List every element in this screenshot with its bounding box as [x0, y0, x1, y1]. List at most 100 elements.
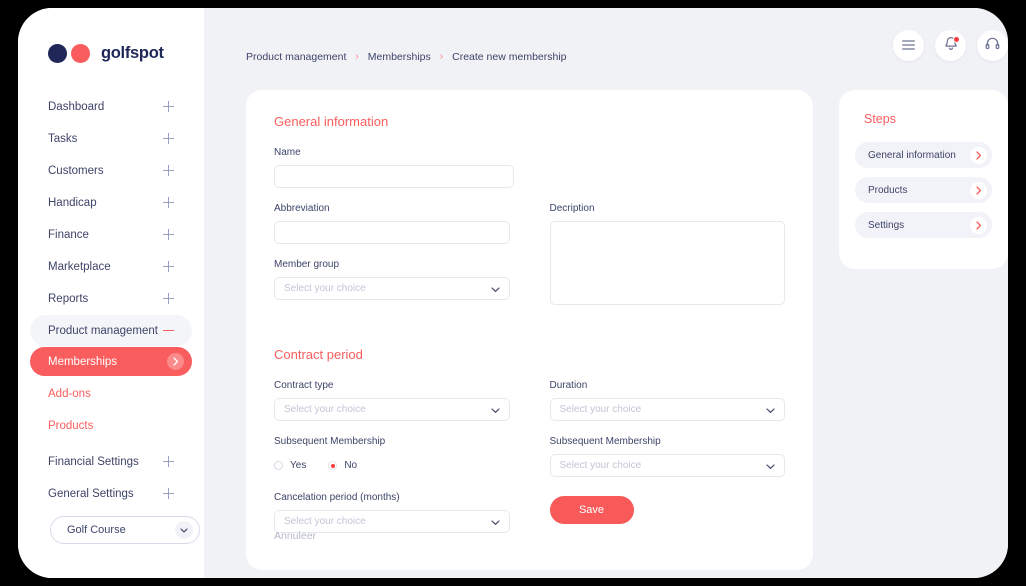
breadcrumb-separator-icon: › — [439, 51, 444, 62]
steps-title: Steps — [864, 112, 896, 126]
sidebar-item-addons[interactable]: Add-ons — [30, 380, 192, 408]
col-left-contract: Contract type Select your choice Subsequ… — [274, 380, 510, 548]
sidebar-item-label: Handicap — [48, 196, 97, 209]
logo-circle-coral-icon — [71, 44, 90, 63]
breadcrumb-item-memberships[interactable]: Memberships — [368, 51, 431, 63]
sidebar-item-finance[interactable]: Finance — [30, 219, 192, 250]
chevron-down-icon — [766, 457, 775, 475]
sidebar-item-reports[interactable]: Reports — [30, 283, 192, 314]
sidebar-nav: Dashboard Tasks Customers Handicap Finan… — [18, 91, 204, 346]
menu-button[interactable] — [893, 30, 924, 61]
subsequent-membership-radio-label: Subsequent Membership — [274, 436, 386, 447]
breadcrumb-separator-icon: › — [355, 51, 359, 62]
subsequent-membership-value: Select your choice — [559, 460, 642, 471]
sidebar-item-products[interactable]: Products — [30, 412, 192, 440]
member-group-label: Member group — [274, 259, 340, 270]
plus-icon[interactable] — [163, 197, 174, 208]
chevron-down-icon — [490, 513, 500, 531]
golf-course-selector[interactable]: Golf Course — [50, 516, 200, 544]
sidebar-item-customers[interactable]: Customers — [30, 155, 192, 186]
row-contract-duration: Contract type Select your choice Subsequ… — [274, 380, 785, 548]
plus-icon[interactable] — [163, 456, 174, 467]
description-label: Decription — [549, 203, 595, 214]
duration-select[interactable]: Select your choice — [549, 398, 785, 421]
step-label: Settings — [868, 219, 905, 231]
headset-icon — [985, 36, 1000, 56]
support-button[interactable] — [977, 30, 1008, 61]
step-item-general-information[interactable]: General information — [855, 142, 992, 168]
logo-text: golfspot — [101, 44, 164, 62]
name-input[interactable] — [274, 165, 514, 188]
sidebar-item-general-settings[interactable]: General Settings — [30, 478, 192, 509]
logo-circle-navy-icon — [48, 44, 67, 63]
sidebar-item-label: Customers — [48, 164, 104, 177]
subsequent-membership-select[interactable]: Select your choice — [549, 454, 785, 477]
subsequent-membership-radio-group: Yes No — [274, 454, 510, 477]
duration-label: Duration — [549, 380, 588, 391]
cancel-link[interactable]: Annuleer — [274, 530, 316, 542]
content-row: General information Name Abbreviation Me… — [204, 90, 1008, 570]
plus-icon[interactable] — [163, 101, 174, 112]
step-item-settings[interactable]: Settings — [855, 212, 992, 238]
member-group-value: Select your choice — [284, 283, 366, 294]
plus-icon[interactable] — [163, 229, 174, 240]
plus-icon[interactable] — [163, 165, 174, 176]
radio-option-yes[interactable]: Yes — [274, 460, 306, 471]
sidebar-item-tasks[interactable]: Tasks — [30, 123, 192, 154]
breadcrumb-item-create-new-membership[interactable]: Create new membership — [452, 51, 566, 63]
chevron-down-icon — [766, 401, 775, 419]
sidebar-subitem-label: Products — [48, 420, 94, 432]
field-group-subsequent-membership-select: Subsequent Membership Select your choice — [549, 436, 785, 477]
notifications-button[interactable] — [935, 30, 966, 61]
plus-icon[interactable] — [163, 293, 174, 304]
topbar: Product management › Memberships › Creat… — [204, 8, 1008, 90]
sidebar-item-label: Dashboard — [48, 100, 105, 113]
chevron-down-icon — [175, 521, 193, 539]
app-window: golfspot Dashboard Tasks Customers Handi… — [18, 8, 1008, 578]
golf-course-selector-value: Golf Course — [67, 524, 126, 536]
sidebar-item-label: Financial Settings — [48, 455, 139, 468]
sidebar-item-label: Tasks — [48, 132, 78, 145]
sidebar-item-product-management[interactable]: Product management — [30, 315, 192, 346]
sidebar-subnav: Memberships Add-ons Products — [18, 347, 204, 440]
notification-badge — [953, 36, 960, 43]
breadcrumb-item-product-management[interactable]: Product management — [246, 51, 346, 63]
membership-form-card: General information Name Abbreviation Me… — [246, 90, 813, 570]
radio-circle-icon — [274, 461, 283, 470]
field-group-name: Name — [274, 147, 514, 188]
app-logo[interactable]: golfspot — [18, 8, 204, 63]
member-group-select[interactable]: Select your choice — [274, 277, 510, 300]
sidebar-item-label: Marketplace — [48, 260, 111, 273]
contract-type-select[interactable]: Select your choice — [274, 398, 510, 421]
sidebar-nav-secondary: Financial Settings General Settings — [18, 446, 204, 509]
general-information-title: General information — [274, 114, 389, 129]
name-label: Name — [274, 147, 301, 158]
save-button[interactable]: Save — [549, 496, 634, 524]
abbreviation-label: Abbreviation — [274, 203, 330, 214]
step-item-products[interactable]: Products — [855, 177, 992, 203]
plus-icon[interactable] — [163, 488, 174, 499]
sidebar-item-marketplace[interactable]: Marketplace — [30, 251, 192, 282]
chevron-right-icon — [167, 353, 184, 370]
chevron-right-icon — [970, 216, 987, 234]
plus-icon[interactable] — [163, 261, 174, 272]
breadcrumb: Product management › Memberships › Creat… — [246, 51, 567, 63]
field-group-subsequent-membership-radio: Subsequent Membership Yes No — [274, 436, 510, 477]
radio-option-no[interactable]: No — [328, 460, 357, 471]
abbreviation-input[interactable] — [274, 221, 510, 244]
row-abbreviation-description: Abbreviation Member group Select your ch… — [274, 203, 785, 325]
sidebar-item-handicap[interactable]: Handicap — [30, 187, 192, 218]
field-group-duration: Duration Select your choice — [549, 380, 785, 421]
chevron-right-icon — [970, 146, 987, 164]
sidebar-item-dashboard[interactable]: Dashboard — [30, 91, 192, 122]
minus-icon[interactable] — [163, 325, 174, 336]
step-label: General information — [868, 149, 956, 161]
chevron-right-icon — [970, 181, 987, 199]
sidebar-item-label: Reports — [48, 292, 89, 305]
sidebar-item-financial-settings[interactable]: Financial Settings — [30, 446, 192, 477]
radio-label-yes: Yes — [290, 460, 307, 471]
sidebar-item-label: General Settings — [48, 487, 134, 500]
sidebar-item-memberships[interactable]: Memberships — [30, 347, 192, 376]
description-textarea[interactable] — [549, 221, 785, 305]
plus-icon[interactable] — [163, 133, 174, 144]
